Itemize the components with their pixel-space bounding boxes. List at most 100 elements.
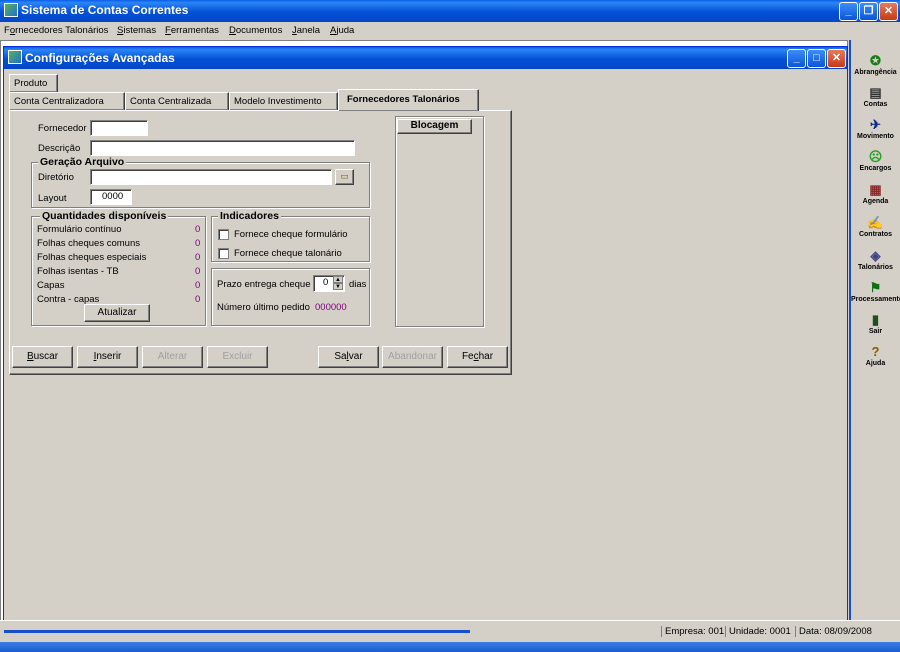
qtd-formulario-value: 0 [195, 224, 201, 235]
blocagem-header[interactable]: Blocagem [397, 119, 472, 134]
child-minimize-button[interactable]: _ [787, 49, 806, 68]
status-empresa: Empresa: 001 [661, 626, 724, 637]
descricao-input[interactable] [90, 140, 355, 156]
stepper-down-button[interactable]: ▼ [333, 283, 343, 290]
menu-ferramentas[interactable]: Ferramentas [165, 25, 219, 36]
calendar-icon: ▦ [869, 182, 882, 197]
sidebar-item-encargos[interactable]: ☹ Encargos [851, 149, 900, 173]
excluir-button[interactable]: Excluir [207, 346, 268, 368]
tab-modelo-investimento[interactable]: Modelo Investimento [229, 92, 338, 110]
menu-janela[interactable]: Janela [292, 25, 320, 36]
help-icon: ? [871, 344, 880, 359]
stepper-up-button[interactable]: ▲ [333, 276, 343, 283]
tab-produto[interactable]: Produto [9, 74, 58, 92]
app-title: Sistema de Contas Correntes [21, 3, 189, 17]
prazo-group [211, 268, 370, 326]
status-data: Data: 08/09/2008 [795, 626, 872, 637]
sidebar-item-label: Contas [863, 101, 888, 108]
qtd-especiais-label: Folhas cheques especiais [37, 252, 147, 263]
window-title: Configurações Avançadas [25, 51, 175, 65]
sidebar-item-label: Movimento [857, 133, 894, 140]
menu-fornecedores[interactable]: Fornecedores Talonários [4, 25, 108, 36]
sidebar-item-processamento[interactable]: ⚑ Processamento [851, 280, 900, 304]
runner-icon: ✈ [870, 117, 881, 132]
atualizar-button[interactable]: Atualizar [84, 304, 150, 322]
salvar-button[interactable]: Salvar [318, 346, 379, 368]
sidebar-item-label: Agenda [862, 198, 889, 205]
quantidades-title: Quantidades disponíveis [40, 210, 169, 222]
alterar-button[interactable]: Alterar [142, 346, 203, 368]
qtd-capas-value: 0 [195, 280, 201, 291]
globe-icon: ✪ [870, 53, 881, 68]
geracao-arquivo-title: Geração Arquivo [38, 156, 127, 168]
sidebar-item-label: Ajuda [865, 360, 886, 367]
close-button[interactable]: ✕ [879, 2, 898, 21]
checkbook-icon: ◈ [870, 248, 881, 263]
fornece-formulario-checkbox[interactable] [218, 229, 229, 240]
handshake-icon: ✍ [867, 215, 884, 230]
flag-icon: ⚑ [869, 280, 882, 295]
sidebar-item-agenda[interactable]: ▦ Agenda [851, 182, 900, 206]
exit-door-icon: ▮ [871, 312, 880, 327]
sidebar-item-label: Talonários [858, 264, 893, 271]
fornecedor-input[interactable] [90, 120, 148, 136]
prazo-stepper[interactable]: 0 ▲ ▼ [313, 275, 345, 292]
qtd-comuns-value: 0 [195, 238, 201, 249]
taskbar-strip [0, 642, 900, 652]
qtd-formulario-label: Formulário contínuo [37, 224, 122, 235]
menu-bar: Fornecedores Talonários Sistemas Ferrame… [0, 22, 900, 40]
qtd-isentas-label: Folhas isentas - TB [37, 266, 119, 277]
prazo-label: Prazo entrega cheque [217, 279, 311, 290]
descricao-label: Descrição [38, 143, 81, 154]
qtd-contracapas-value: 0 [195, 294, 201, 305]
sidebar-item-talonarios[interactable]: ◈ Talonários [851, 248, 900, 272]
sidebar-item-sair[interactable]: ▮ Sair [851, 312, 900, 336]
sidebar-item-label: Contratos [858, 231, 893, 238]
tab-conta-centralizada[interactable]: Conta Centralizada [125, 92, 229, 110]
sidebar-item-abrangencia[interactable]: ✪ Abrangência [851, 53, 900, 77]
sidebar-item-ajuda[interactable]: ? Ajuda [851, 344, 900, 368]
document-icon: ▤ [869, 85, 882, 100]
folder-icon: ▭ [340, 171, 349, 181]
minimize-button[interactable]: _ [839, 2, 858, 21]
fornece-talonario-label: Fornece cheque talonário [234, 248, 342, 259]
status-progress [4, 630, 470, 633]
qtd-capas-label: Capas [37, 280, 65, 291]
numero-value: 000000 [315, 302, 347, 313]
menu-ajuda[interactable]: Ajuda [330, 25, 354, 36]
fornece-talonario-checkbox[interactable] [218, 248, 229, 259]
qtd-especiais-value: 0 [195, 252, 201, 263]
child-close-button[interactable]: ✕ [827, 49, 846, 68]
app-title-bar: Sistema de Contas Correntes _ ❐ ✕ [0, 0, 900, 22]
sidebar-item-movimento[interactable]: ✈ Movimento [851, 117, 900, 141]
status-unidade: Unidade: 0001 [725, 626, 791, 637]
child-title-bar: Configurações Avançadas _ □ ✕ [4, 47, 847, 69]
sidebar-item-contas[interactable]: ▤ Contas [851, 85, 900, 109]
abandonar-button[interactable]: Abandonar [382, 346, 443, 368]
fornece-formulario-label: Fornece cheque formulário [234, 229, 348, 240]
sidebar-item-label: Encargos [859, 165, 892, 172]
browse-folder-button[interactable]: ▭ [335, 169, 354, 185]
sad-face-icon: ☹ [868, 149, 883, 164]
numero-label: Número último pedido [217, 302, 310, 313]
sidebar-item-contratos[interactable]: ✍ Contratos [851, 215, 900, 239]
child-maximize-button[interactable]: □ [807, 49, 826, 68]
tab-fornecedores-talonarios[interactable]: Fornecedores Talonários [338, 89, 479, 111]
layout-label: Layout [38, 193, 67, 204]
fornecedor-label: Fornecedor [38, 123, 87, 134]
app-icon [4, 3, 18, 17]
restore-button[interactable]: ❐ [859, 2, 878, 21]
menu-documentos[interactable]: Documentos [229, 25, 282, 36]
menu-sistemas[interactable]: Sistemas [117, 25, 156, 36]
sidebar-item-label: Abrangência [854, 69, 897, 76]
layout-input[interactable]: 0000 [90, 189, 132, 205]
sidebar-item-label: Processamento [851, 296, 900, 303]
qtd-isentas-value: 0 [195, 266, 201, 277]
inserir-button[interactable]: Inserir [77, 346, 138, 368]
buscar-button[interactable]: Buscar [12, 346, 73, 368]
indicadores-title: Indicadores [218, 210, 281, 222]
fechar-button[interactable]: Fechar [447, 346, 508, 368]
diretorio-input[interactable] [90, 169, 332, 185]
tab-conta-centralizadora[interactable]: Conta Centralizadora [9, 92, 125, 110]
qtd-comuns-label: Folhas cheques comuns [37, 238, 140, 249]
